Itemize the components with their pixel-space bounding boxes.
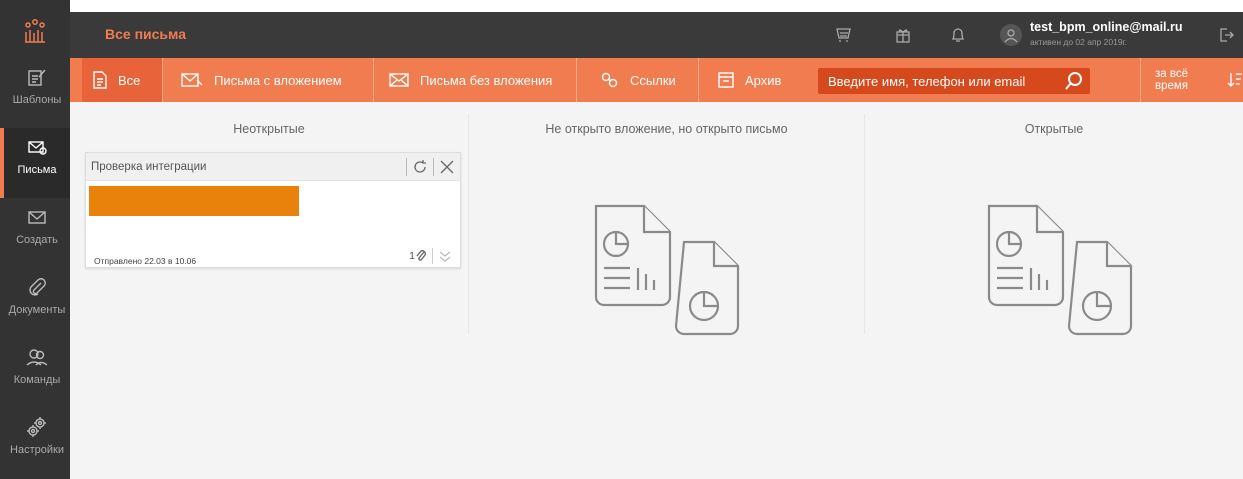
- column-title-unopened: Неоткрытые: [233, 122, 305, 136]
- period-label: за всё время: [1155, 68, 1189, 92]
- tab-divider: [1140, 58, 1141, 102]
- card-progress-bar: [89, 186, 299, 216]
- search-box: [818, 68, 1090, 94]
- mail-attachment-icon: [181, 73, 203, 87]
- mail-sent-icon: [26, 136, 48, 158]
- paperclip-icon: [26, 276, 48, 298]
- expand-chevron-icon[interactable]: [438, 249, 452, 263]
- archive-icon: [718, 72, 734, 88]
- card-sent-date: Отправлено 22.03 в 10.06: [94, 256, 197, 266]
- app-window: Шаблоны Письма Создать Документы Команды: [0, 0, 1243, 479]
- page-title: Все письма: [105, 26, 186, 42]
- tab-with-attachment[interactable]: Письма с вложением: [170, 58, 370, 102]
- sidebar: Шаблоны Письма Создать Документы Команды: [0, 0, 70, 479]
- tab-label: Ссылки: [630, 72, 676, 88]
- sidebar-item-label: Шаблоны: [12, 94, 62, 106]
- sidebar-item-teams[interactable]: Команды: [4, 338, 70, 408]
- card-header: Проверка интеграции: [86, 153, 460, 181]
- tab-label: Архив: [745, 72, 782, 88]
- tab-archive[interactable]: Архив: [707, 58, 807, 102]
- user-email[interactable]: test_bpm_online@mail.ru: [1030, 20, 1183, 34]
- sidebar-item-templates[interactable]: Шаблоны: [4, 58, 70, 128]
- period-filter[interactable]: за всё время: [1155, 58, 1243, 102]
- card-action-divider: [406, 158, 407, 176]
- card-actions: [402, 157, 456, 177]
- filter-tab-bar: Все Письма с вложением Письма без вложен…: [70, 58, 1243, 102]
- sidebar-item-letters[interactable]: Письма: [0, 128, 70, 198]
- tab-label: Письма с вложением: [214, 72, 342, 88]
- settings-gears-icon: [26, 416, 48, 438]
- envelope-icon: [389, 73, 409, 87]
- letter-card[interactable]: Проверка интеграции Отправлено 22.03 в 1…: [85, 152, 461, 268]
- sidebar-item-label: Письма: [17, 164, 57, 176]
- sidebar-item-settings[interactable]: Настройки: [4, 408, 70, 478]
- tab-without-attachment[interactable]: Письма без вложения: [378, 58, 578, 102]
- logout-icon[interactable]: [1215, 24, 1237, 46]
- card-action-divider: [433, 158, 434, 176]
- board: Неоткрытые Не открыто вложение, но откры…: [70, 102, 1243, 479]
- search-icon[interactable]: [1064, 71, 1084, 91]
- sidebar-item-label: Настройки: [10, 444, 64, 456]
- user-status: активен до 02 апр 2019г.: [1030, 37, 1128, 47]
- tab-divider: [698, 58, 699, 102]
- card-meta-divider: [432, 248, 433, 264]
- refresh-icon[interactable]: [411, 158, 429, 176]
- sidebar-item-label: Документы: [8, 304, 66, 316]
- gift-icon[interactable]: [892, 24, 914, 46]
- card-attachments: 1: [409, 248, 452, 264]
- cart-icon[interactable]: [833, 24, 855, 46]
- template-edit-icon: [26, 66, 48, 88]
- team-icon: [26, 346, 48, 368]
- tab-label: Письма без вложения: [420, 72, 553, 88]
- logo-icon: [25, 19, 45, 43]
- tab-divider: [162, 58, 163, 102]
- paperclip-icon: [416, 250, 426, 261]
- empty-state-illustration: [592, 202, 742, 337]
- sort-icon: [1227, 73, 1243, 87]
- column-title-partially-opened: Не открыто вложение, но открыто письмо: [545, 122, 788, 136]
- bell-icon[interactable]: [947, 24, 969, 46]
- envelope-icon: [26, 206, 48, 228]
- tab-divider: [373, 58, 374, 102]
- search-input[interactable]: [818, 68, 1058, 94]
- document-icon: [93, 71, 107, 89]
- column-title-opened: Открытые: [1024, 122, 1084, 136]
- tab-links[interactable]: Ссылки: [590, 58, 690, 102]
- top-bar: Все письма test_bpm_online@mail.ru актив…: [70, 12, 1243, 58]
- tab-all[interactable]: Все: [82, 58, 162, 102]
- tab-divider: [576, 58, 577, 102]
- user-icon: [1004, 29, 1018, 43]
- sidebar-item-label: Команды: [13, 374, 61, 386]
- sidebar-item-label: Создать: [16, 234, 58, 246]
- sidebar-item-create[interactable]: Создать: [4, 198, 70, 268]
- link-icon: [601, 72, 618, 88]
- tab-label: Все: [118, 72, 141, 88]
- column-divider: [468, 114, 469, 334]
- close-icon[interactable]: [438, 158, 456, 176]
- user-avatar[interactable]: [1000, 24, 1022, 46]
- column-divider: [864, 114, 865, 334]
- app-logo[interactable]: [0, 12, 70, 52]
- sidebar-item-documents[interactable]: Документы: [4, 268, 70, 338]
- card-title: Проверка интеграции: [91, 161, 207, 173]
- empty-state-illustration: [985, 202, 1135, 337]
